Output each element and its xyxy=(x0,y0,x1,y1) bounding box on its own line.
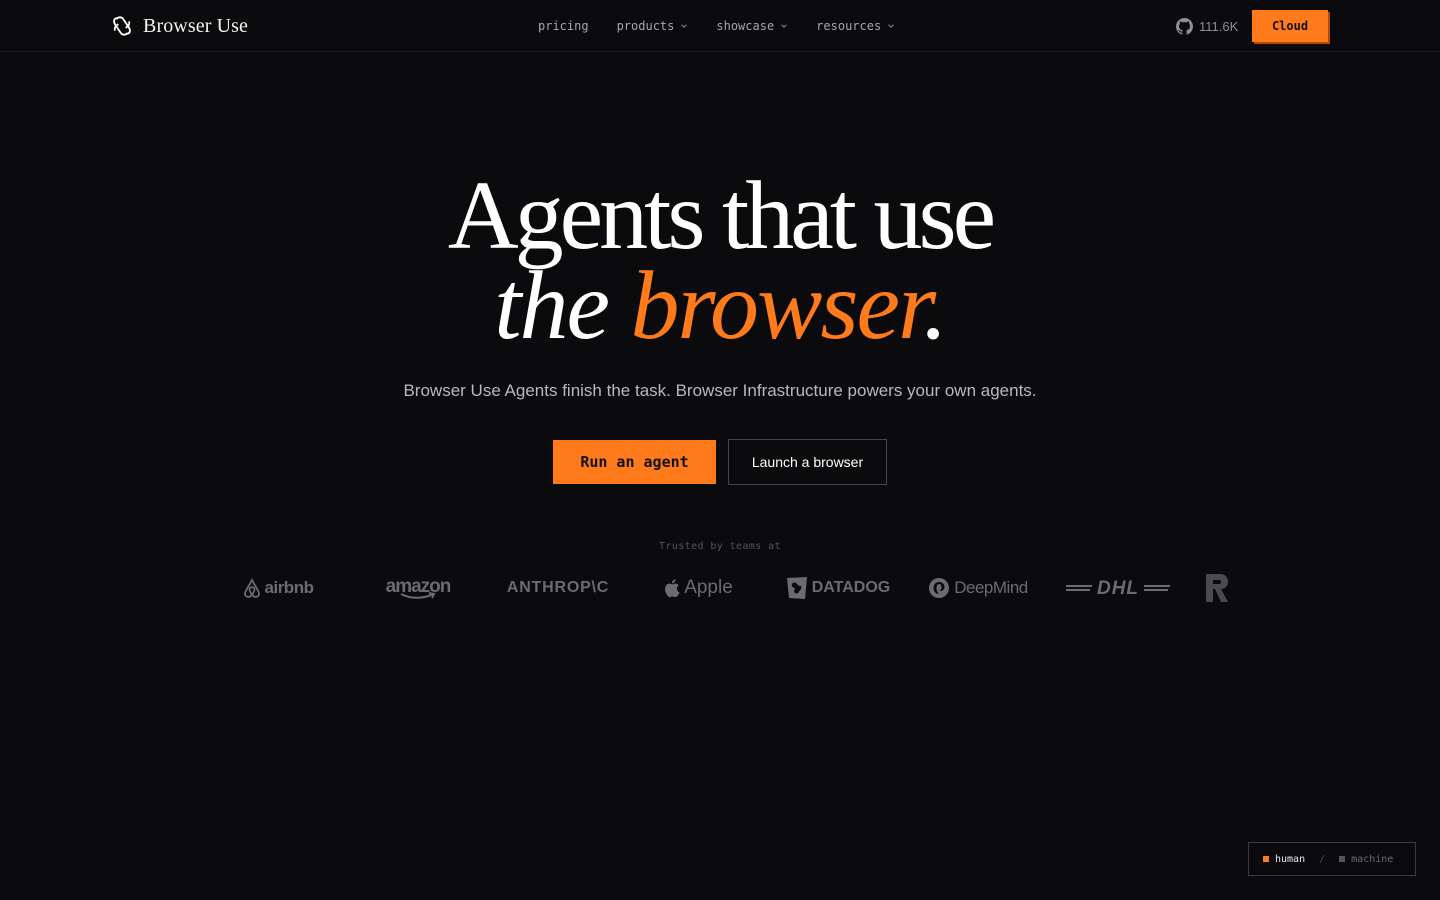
hero-title-prefix: the xyxy=(494,252,631,360)
brand-name: Browser Use xyxy=(143,14,248,37)
hero-title-line2: the browser. xyxy=(0,256,1440,356)
datadog-logo-text: DATADOG xyxy=(811,579,891,596)
launch-browser-button[interactable]: Launch a browser xyxy=(728,439,887,485)
amazon-smile-icon xyxy=(400,592,436,599)
partial-logo xyxy=(1188,568,1232,608)
chevron-down-icon xyxy=(781,24,787,28)
mode-separator: / xyxy=(1319,853,1326,865)
deepmind-logo-text: DeepMind xyxy=(954,578,1028,597)
chevron-down-icon xyxy=(888,24,894,28)
deepmind-mark-icon xyxy=(929,578,950,598)
customer-logo-strip: airbnb amazon ANTHROP\C Apple DATADOG De… xyxy=(208,568,1232,608)
datadog-logo: DATADOG xyxy=(768,568,908,608)
apple-logo-text: Apple xyxy=(684,577,733,598)
github-icon xyxy=(1176,17,1193,35)
nav-resources[interactable]: resources xyxy=(816,19,895,33)
amazon-logo: amazon xyxy=(348,568,488,608)
mode-machine-label: machine xyxy=(1351,853,1394,865)
run-agent-button[interactable]: Run an agent xyxy=(553,440,716,484)
nav-products-label: products xyxy=(616,19,675,33)
airbnb-mark-icon xyxy=(243,578,260,598)
browser-use-logo-icon xyxy=(113,16,131,36)
github-stars-link[interactable]: 111.6K xyxy=(1176,17,1238,35)
nav-products[interactable]: products xyxy=(617,19,689,33)
github-star-count: 111.6K xyxy=(1199,18,1239,34)
deepmind-logo: DeepMind xyxy=(908,568,1048,608)
anthropic-logo-text: ANTHROP\C xyxy=(506,579,610,596)
apple-mark-icon xyxy=(665,579,680,598)
anthropic-logo: ANTHROP\C xyxy=(488,568,628,608)
airbnb-logo-text: airbnb xyxy=(264,578,314,597)
airbnb-logo: airbnb xyxy=(208,568,348,608)
svg-text:DHL: DHL xyxy=(1097,578,1139,598)
nav-showcase[interactable]: showcase xyxy=(716,19,788,33)
chevron-down-icon xyxy=(681,24,688,28)
brand-link[interactable]: Browser Use xyxy=(111,13,248,39)
site-header: Browser Use pricing products showcase re… xyxy=(0,0,1440,52)
hero-title: Agents that use the browser. xyxy=(0,166,1440,356)
mode-human-option[interactable]: human xyxy=(1263,854,1305,865)
trusted-by-label: Trusted by teams at xyxy=(659,541,781,552)
hero-title-accent: browser xyxy=(630,252,925,360)
active-indicator-icon xyxy=(1263,856,1269,862)
inactive-indicator-icon xyxy=(1339,856,1346,862)
hero-subtitle: Browser Use Agents finish the task. Brow… xyxy=(403,381,1037,400)
main-nav: pricing products showcase resources xyxy=(538,17,895,35)
view-mode-toggle: human / machine xyxy=(1248,842,1416,876)
partial-logo-mark xyxy=(1206,574,1228,602)
mode-machine-option[interactable]: machine xyxy=(1339,854,1393,865)
dhl-logo-mark: DHL xyxy=(1066,578,1170,598)
nav-pricing[interactable]: pricing xyxy=(538,19,589,33)
nav-resources-label: resources xyxy=(816,19,882,33)
datadog-mark-icon xyxy=(786,577,807,599)
dhl-logo: DHL xyxy=(1048,568,1188,608)
apple-logo: Apple xyxy=(628,568,768,608)
nav-pricing-label: pricing xyxy=(538,19,589,33)
nav-showcase-label: showcase xyxy=(716,19,775,33)
mode-human-label: human xyxy=(1275,853,1306,865)
hero-title-suffix: . xyxy=(923,252,947,360)
cloud-button[interactable]: Cloud xyxy=(1252,10,1328,42)
